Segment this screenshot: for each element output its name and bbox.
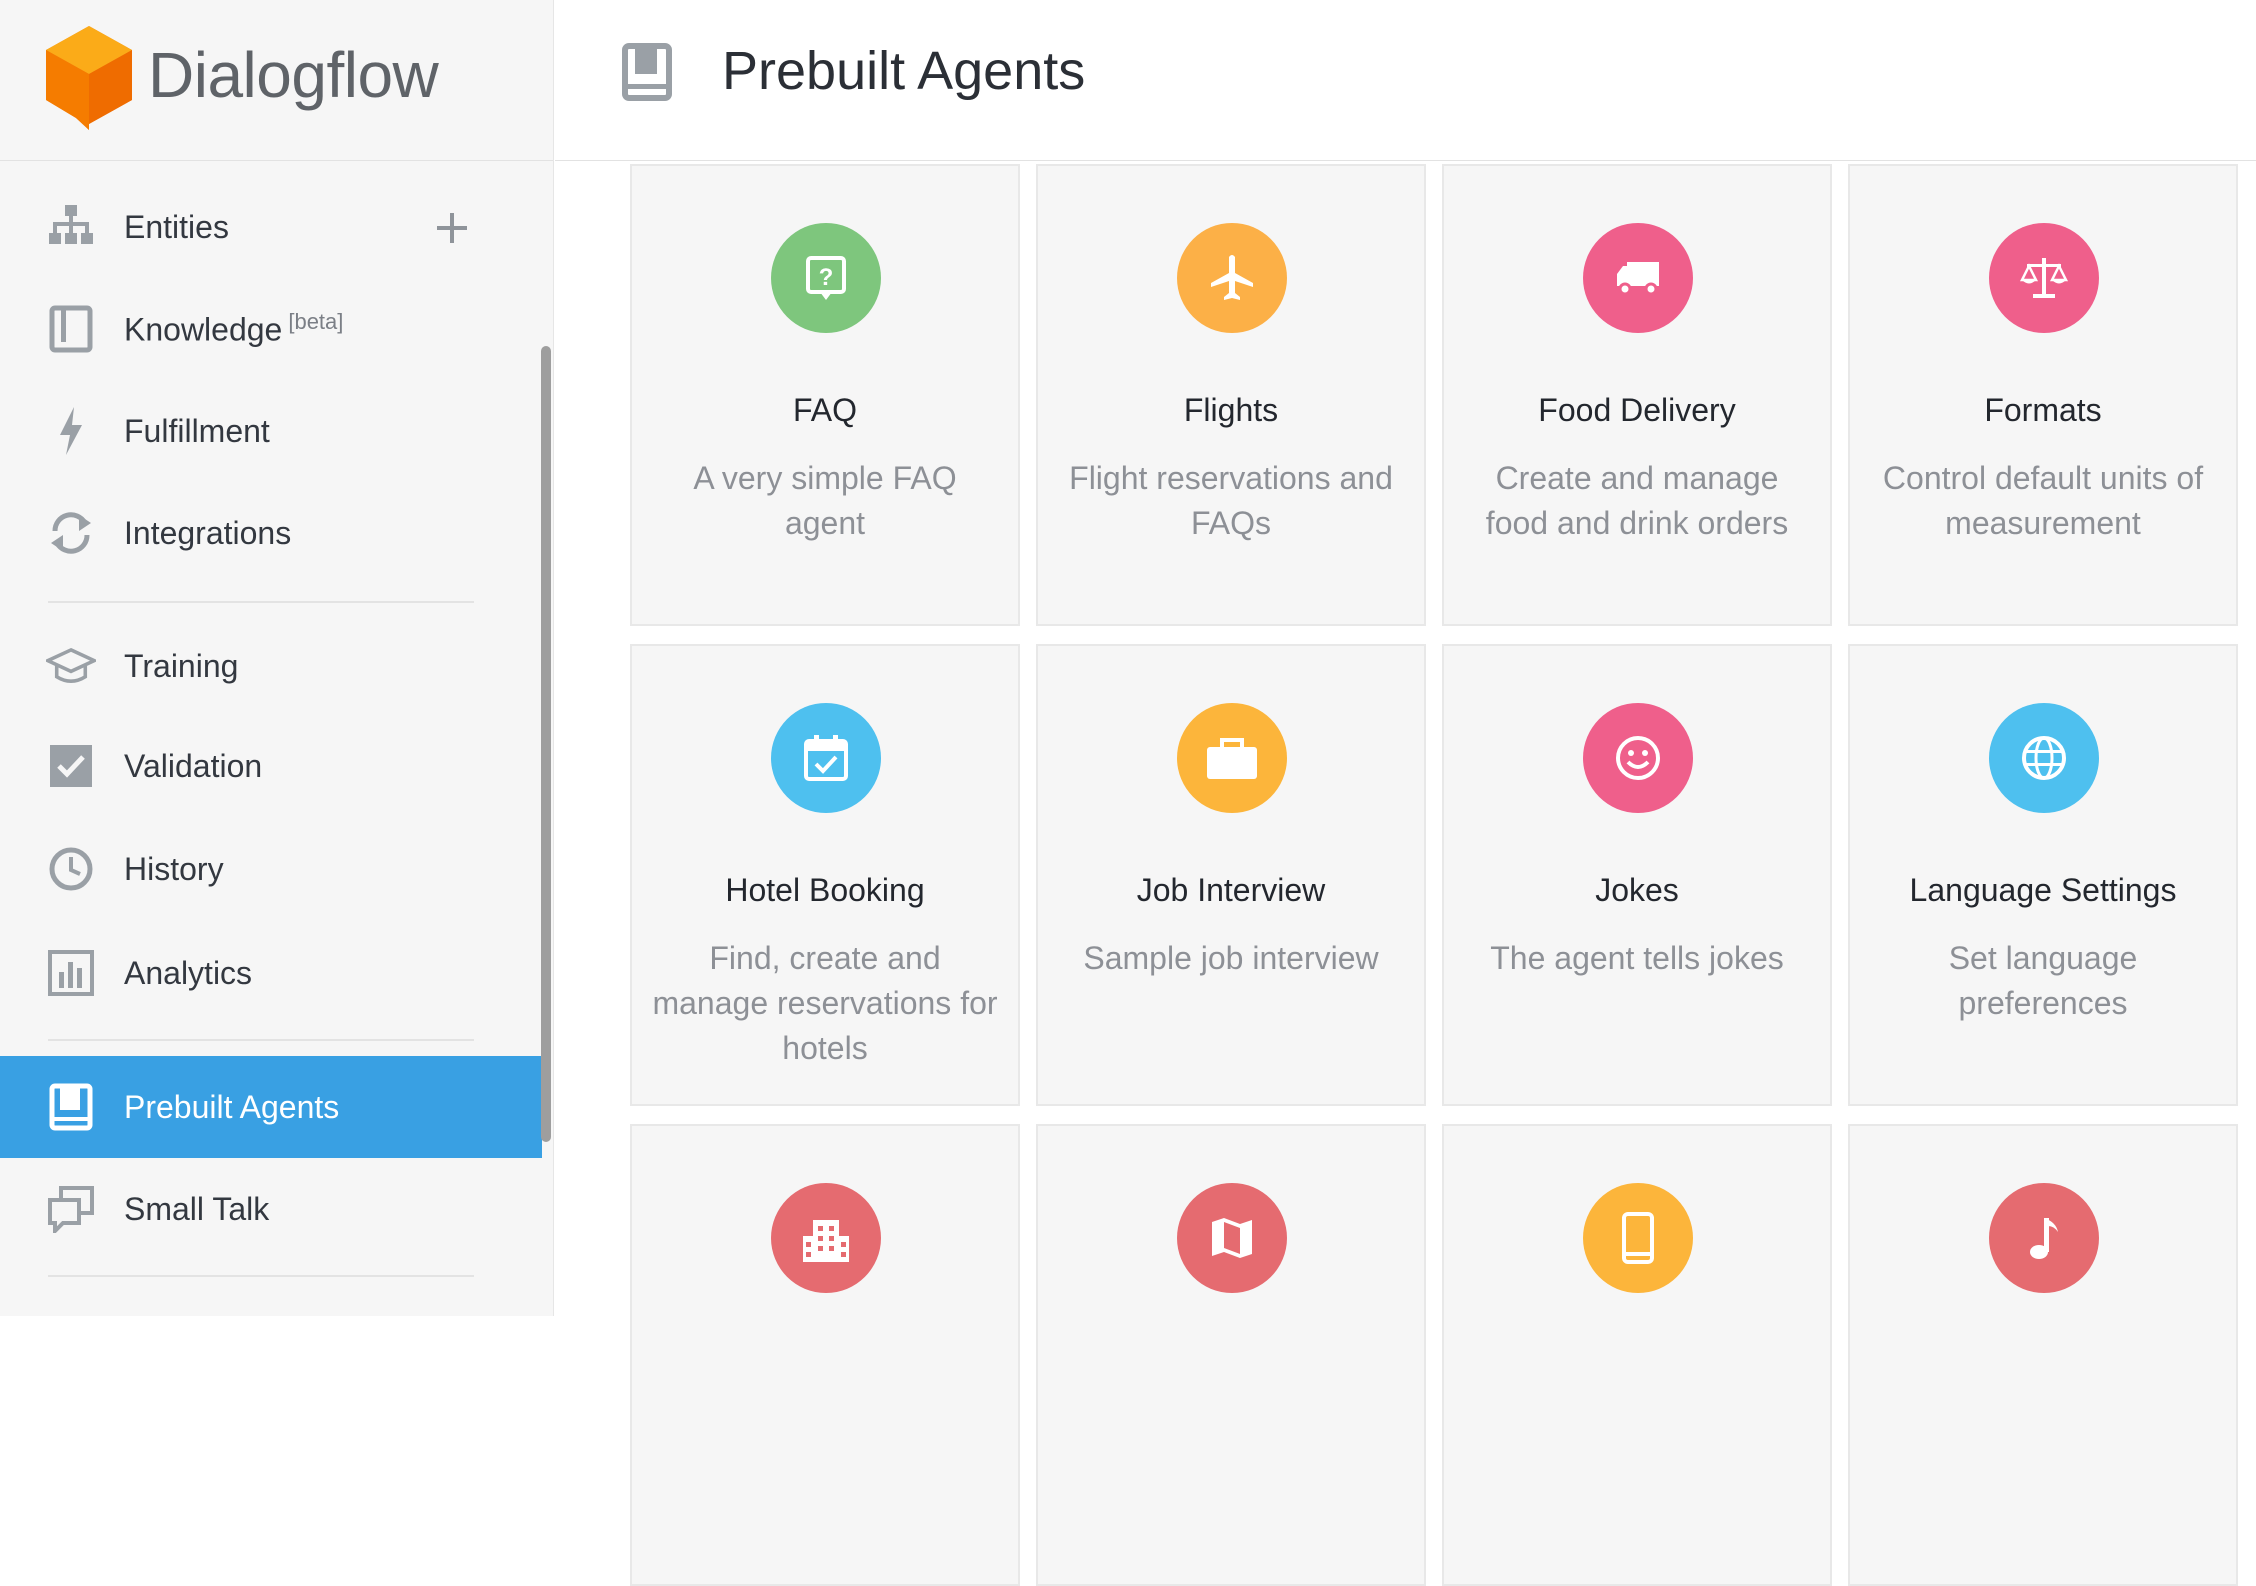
small-talk-icon: [46, 1184, 96, 1234]
sidebar-item-analytics[interactable]: Analytics: [0, 922, 542, 1024]
sidebar-item-label: Prebuilt Agents: [124, 1088, 340, 1125]
agent-description: Control default units of measurement: [1882, 460, 2204, 541]
sidebar-item-validation[interactable]: Validation: [0, 715, 542, 817]
agent-title: Formats: [1984, 392, 2102, 428]
sidebar-divider: [48, 1039, 474, 1041]
sidebar-divider: [48, 1275, 474, 1277]
prebuilt-agents-icon: [46, 1082, 96, 1132]
agent-card-language-settings[interactable]: Language Settings Set language preferenc…: [1848, 644, 2238, 1106]
agent-card[interactable]: [630, 1124, 1020, 1586]
agent-title: Flights: [1183, 392, 1279, 428]
truck-icon: [1583, 223, 1693, 333]
dialogflow-logo-icon: [46, 26, 132, 130]
validation-icon: [46, 741, 96, 791]
history-icon: [46, 844, 96, 894]
svg-text:?: ?: [819, 264, 834, 291]
sidebar-item-prebuilt-agents[interactable]: Prebuilt Agents: [0, 1056, 542, 1158]
beta-badge: [beta]: [288, 309, 344, 335]
map-icon: [1177, 1183, 1287, 1293]
agent-description: Create and manage food and drink orders: [1485, 460, 1789, 541]
entities-icon: [46, 202, 96, 252]
agent-card[interactable]: [1848, 1124, 2238, 1586]
training-icon: [46, 641, 96, 691]
sidebar-item-label: Fulfillment: [124, 412, 270, 449]
analytics-icon: [46, 948, 96, 998]
agent-description: The agent tells jokes: [1490, 940, 1784, 976]
building-icon: [771, 1183, 881, 1293]
agent-title: FAQ: [792, 392, 857, 428]
sidebar-item-small-talk[interactable]: Small Talk: [0, 1158, 542, 1260]
sidebar-item-label: Knowledge: [124, 311, 283, 348]
app-name: Dialogflow: [148, 39, 439, 111]
sidebar-item-label: History: [124, 850, 224, 887]
agent-card[interactable]: [1036, 1124, 1426, 1586]
agent-title: Food Delivery: [1538, 392, 1736, 428]
sidebar-item-label: Validation: [124, 747, 263, 784]
prebuilt-agents-header-icon: [622, 43, 672, 101]
sidebar-item-training[interactable]: Training: [0, 615, 542, 717]
agent-card-food-delivery[interactable]: Food Delivery Create and manage food and…: [1442, 164, 1832, 626]
sidebar-item-history[interactable]: History: [0, 818, 542, 920]
logo-area: Dialogflow: [0, 0, 553, 161]
sidebar: Dialogflow Entities Knowledge [beta] Fulf…: [0, 0, 554, 1316]
calendar-check-icon: [771, 703, 881, 813]
agent-card-jokes[interactable]: Jokes The agent tells jokes: [1442, 644, 1832, 1106]
knowledge-label-group: Knowledge [beta]: [124, 309, 343, 349]
agent-title: Job Interview: [1136, 872, 1326, 908]
integrations-icon: [46, 508, 96, 558]
agent-description: Flight reservations and FAQs: [1069, 460, 1393, 541]
agent-description: Find, create and manage reservations for…: [652, 940, 998, 1066]
airplane-icon: [1177, 223, 1287, 333]
add-entity-button[interactable]: [430, 206, 474, 250]
fulfillment-icon: [46, 406, 96, 456]
agent-title: Jokes: [1595, 872, 1679, 908]
music-note-icon: [1989, 1183, 2099, 1293]
agent-description: Sample job interview: [1083, 940, 1379, 976]
agent-card-hotel-booking[interactable]: Hotel Booking Find, create and manage re…: [630, 644, 1020, 1106]
sidebar-scrollbar[interactable]: [541, 346, 551, 1142]
sidebar-item-label: Integrations: [124, 514, 292, 551]
briefcase-icon: [1177, 703, 1287, 813]
agent-description: A very simple FAQ agent: [693, 460, 957, 541]
agent-description: Set language preferences: [1948, 940, 2138, 1021]
agent-title: Hotel Booking: [725, 872, 925, 908]
faq-icon: ?: [771, 223, 881, 333]
smiley-icon: [1583, 703, 1693, 813]
agent-card-flights[interactable]: Flights Flight reservations and FAQs: [1036, 164, 1426, 626]
page-header: Prebuilt Agents: [555, 0, 2256, 161]
sidebar-item-integrations[interactable]: Integrations: [0, 482, 542, 584]
agent-card-faq[interactable]: ? FAQ A very simple FAQ agent: [630, 164, 1020, 626]
knowledge-icon: [46, 304, 96, 354]
sidebar-item-label: Training: [124, 647, 239, 684]
sidebar-item-knowledge[interactable]: Knowledge [beta]: [0, 278, 542, 380]
sidebar-divider: [48, 601, 474, 603]
agent-title: Language Settings: [1909, 872, 2177, 908]
sidebar-item-label: Small Talk: [124, 1190, 270, 1227]
agent-card-formats[interactable]: Formats Control default units of measure…: [1848, 164, 2238, 626]
scale-icon: [1989, 223, 2099, 333]
agent-card-job-interview[interactable]: Job Interview Sample job interview: [1036, 644, 1426, 1106]
sidebar-item-label: Analytics: [124, 954, 253, 991]
globe-icon: [1989, 703, 2099, 813]
phone-icon: [1583, 1183, 1693, 1293]
agent-card[interactable]: [1442, 1124, 1832, 1586]
sidebar-item-fulfillment[interactable]: Fulfillment: [0, 380, 542, 482]
page-title: Prebuilt Agents: [722, 41, 1086, 101]
sidebar-item-label: Entities: [124, 208, 229, 245]
